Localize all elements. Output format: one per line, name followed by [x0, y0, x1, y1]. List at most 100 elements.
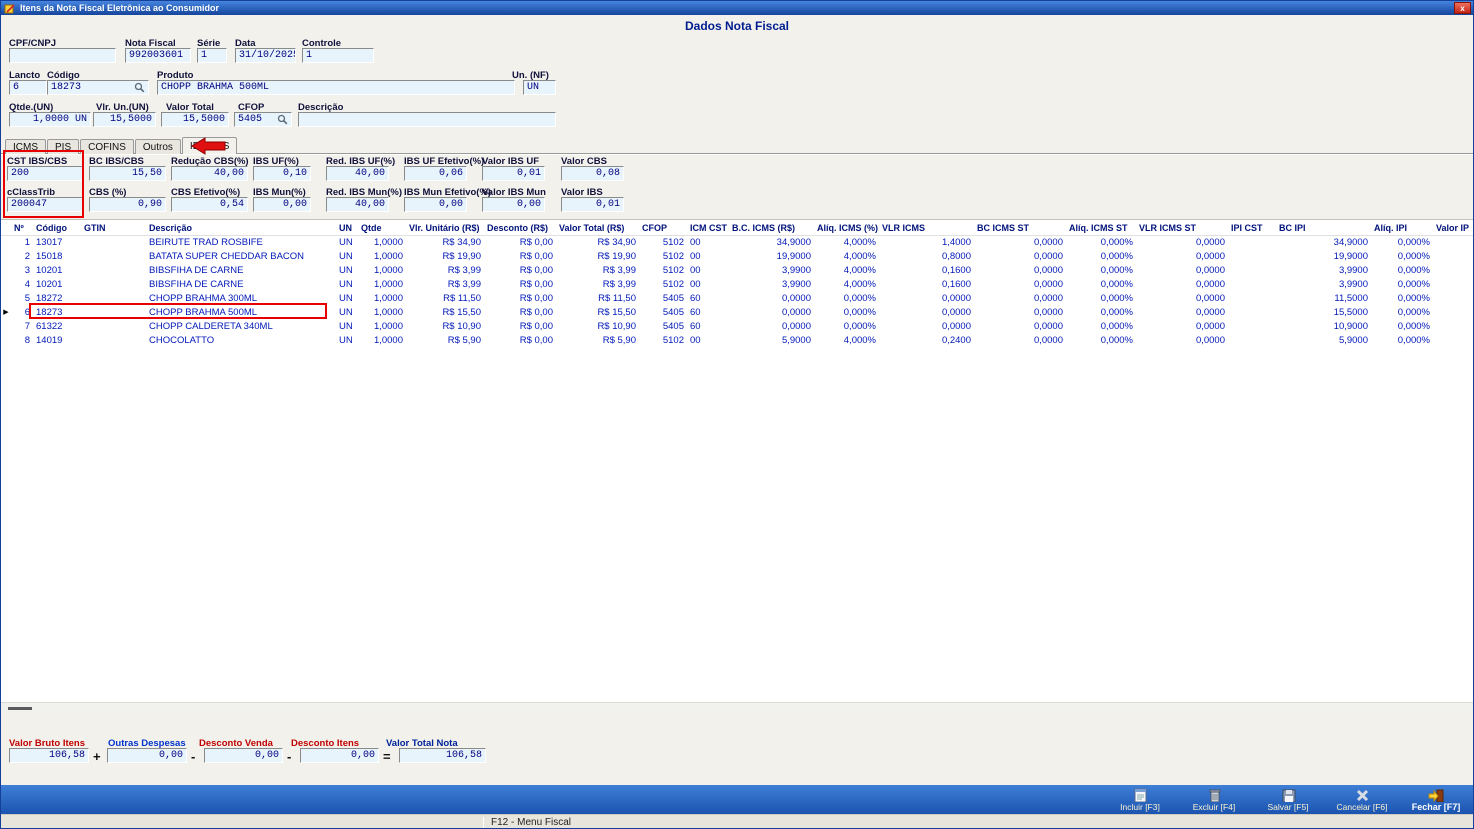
table-row[interactable]: 2 15018 BATATA SUPER CHEDDAR BACON UN 1,0000… [1, 250, 1473, 264]
tab-icms[interactable]: ICMS [5, 139, 46, 154]
table-row[interactable]: 7 61322 CHOPP CALDERETA 340ML UN 1,0000 R$ 10… [1, 320, 1473, 334]
grid-cell: UN [339, 278, 353, 290]
descricao-field[interactable] [298, 112, 556, 127]
ibs-mun-field[interactable]: 0,00 [253, 197, 311, 212]
grid-cell [1433, 334, 1473, 348]
produto-field[interactable]: CHOPP BRAHMA 500ML [157, 80, 515, 95]
desconto-itens-field[interactable]: 0,00 [300, 748, 379, 763]
cpf-cnpj-field[interactable] [9, 48, 116, 63]
table-row[interactable]: 8 14019 CHOCOLATTO UN 1,0000 R$ 5,90 R$ 0,00 R$… [1, 334, 1473, 348]
salvar-button[interactable]: Salvar [F5] [1259, 788, 1317, 812]
grid-column-header[interactable]: GTIN [81, 221, 146, 236]
outras-despesas-field[interactable]: 0,00 [107, 748, 187, 763]
data-field[interactable]: 31/10/2025 [235, 48, 296, 63]
grid-cell: 00 [690, 264, 701, 276]
fechar-button[interactable]: Fechar [F7] [1407, 788, 1465, 812]
valor-ibs-mun-field[interactable]: 0,00 [482, 197, 545, 212]
grid-column-header[interactable]: BC IPI [1276, 221, 1371, 236]
tab-cofins[interactable]: COFINS [80, 139, 134, 154]
un-nf-field[interactable]: UN [523, 80, 556, 95]
equals-operator: = [383, 749, 391, 764]
valor-total-field[interactable]: 15,5000 [161, 112, 229, 127]
bc-ibs-cbs-field[interactable]: 15,50 [89, 166, 166, 181]
ibs-uf-efetivo-field[interactable]: 0,06 [404, 166, 467, 181]
grid-cell [1228, 250, 1276, 264]
grid-column-header[interactable]: Descrição [146, 221, 336, 236]
tab-outros[interactable]: Outros [134, 139, 181, 154]
lancto-field[interactable]: 6 [9, 80, 47, 95]
close-button[interactable]: x [1454, 2, 1471, 14]
grid-cell: R$ 0,00 [519, 236, 553, 248]
grid-column-header[interactable]: VLR ICMS ST [1136, 221, 1228, 236]
grid-column-header[interactable]: Vlr. Unitário (R$) [406, 221, 484, 236]
grid-column-header[interactable]: IPI CST [1228, 221, 1276, 236]
cbs-pct-field[interactable]: 0,90 [89, 197, 166, 212]
cclasstrib-field[interactable]: 200047 [7, 197, 84, 212]
grid-column-header[interactable]: Qtde [358, 221, 406, 236]
grid-column-header[interactable]: Desconto (R$) [484, 221, 556, 236]
grid-cell: UN [339, 306, 353, 318]
incluir-button[interactable]: Incluir [F3] [1111, 788, 1169, 812]
excluir-button[interactable]: Excluir [F4] [1185, 788, 1243, 812]
grid-column-header[interactable]: BC ICMS ST [974, 221, 1066, 236]
grid-cell: 1,0000 [373, 320, 403, 332]
scrollbar-thumb[interactable] [8, 707, 32, 710]
vlr-un-field[interactable]: 15,5000 [93, 112, 156, 127]
tab-pis[interactable]: PIS [47, 139, 80, 154]
grid-column-header[interactable]: VLR ICMS [879, 221, 974, 236]
valor-total-nota-field[interactable]: 106,58 [399, 748, 486, 763]
controle-field[interactable]: 1 [302, 48, 374, 63]
table-row[interactable]: 5 18272 CHOPP BRAHMA 300ML UN 1,0000 R$ 11,50… [1, 292, 1473, 306]
ibs-uf-field[interactable]: 0,10 [253, 166, 311, 181]
grid-column-header[interactable]: UN [336, 221, 358, 236]
grid-column-header[interactable]: Nº [11, 221, 33, 236]
grid-horizontal-scrollbar[interactable] [1, 702, 1473, 713]
ibs-mun-efetivo-field[interactable]: 0,00 [404, 197, 467, 212]
grid-cell: 34,9000 [776, 236, 811, 248]
grid-cell: 1,0000 [373, 236, 403, 248]
table-row[interactable]: 1 13017 BEIRUTE TRAD ROSBIFE UN 1,0000 R$ 34,… [1, 235, 1473, 250]
valor-ibs-field[interactable]: 0,01 [561, 197, 624, 212]
desconto-venda-field[interactable]: 0,00 [204, 748, 283, 763]
grid-cell: 0,000% [1100, 320, 1133, 332]
title-bar[interactable]: Itens da Nota Fiscal Eletrônica ao Consu… [1, 1, 1473, 15]
grid-cell: R$ 0,00 [519, 292, 553, 304]
table-row[interactable]: ▶ 6 18273 CHOPP BRAHMA 500ML UN 1,0000 R$ 15,5… [1, 306, 1473, 320]
grid-column-header[interactable]: CFOP [639, 221, 687, 236]
cfop-value: 5405 [238, 114, 263, 125]
grid-column-header[interactable]: Valor IP [1433, 221, 1473, 236]
reducao-cbs-field[interactable]: 40,00 [171, 166, 248, 181]
cancelar-button[interactable]: Cancelar [F6] [1333, 788, 1391, 812]
valor-ibs-uf-field[interactable]: 0,01 [482, 166, 545, 181]
grid-cell [1433, 320, 1473, 334]
qtde-field[interactable]: 1,0000 UN [9, 112, 91, 127]
grid-cell: CHOCOLATTO [149, 334, 215, 346]
delete-record-icon [1209, 789, 1220, 802]
valor-bruto-itens-field[interactable]: 106,58 [9, 748, 89, 763]
grid-column-header[interactable]: ICM CST [687, 221, 729, 236]
nota-fiscal-field[interactable]: 992003601 [125, 48, 191, 63]
items-table[interactable]: Nº Código GTIN Descrição UN Qtde Vlr. Unitário… [1, 221, 1473, 348]
red-ibs-uf-field[interactable]: 40,00 [326, 166, 389, 181]
grid-column-header[interactable]: B.C. ICMS (R$) [729, 221, 814, 236]
grid-cell: 0,000% [1100, 236, 1133, 248]
grid-column-header[interactable]: Código [33, 221, 81, 236]
search-icon[interactable] [134, 82, 145, 93]
grid-column-header[interactable]: Valor Total (R$) [556, 221, 639, 236]
grid-cell: R$ 5,90 [602, 334, 636, 346]
red-ibs-mun-field[interactable]: 40,00 [326, 197, 389, 212]
grid-cell [1228, 292, 1276, 306]
grid-column-header[interactable]: Alíq. ICMS (%) [814, 221, 879, 236]
codigo-field[interactable]: 18273 [47, 80, 149, 95]
cfop-field[interactable]: 5405 [234, 112, 292, 127]
grid-column-header[interactable]: Alíq. IPI [1371, 221, 1433, 236]
serie-field[interactable]: 1 [197, 48, 227, 63]
valor-cbs-field[interactable]: 0,08 [561, 166, 624, 181]
grid-column-header[interactable]: Alíq. ICMS ST [1066, 221, 1136, 236]
cbs-efetivo-field[interactable]: 0,54 [171, 197, 248, 212]
search-icon[interactable] [277, 114, 288, 125]
cst-ibs-cbs-field[interactable]: 200 [7, 166, 84, 181]
table-row[interactable]: 3 10201 BIBSFIHA DE CARNE UN 1,0000 R$ 3,99 R$… [1, 264, 1473, 278]
grid-marker-gutter [1, 221, 11, 236]
table-row[interactable]: 4 10201 BIBSFIHA DE CARNE UN 1,0000 R$ 3,99 R$… [1, 278, 1473, 292]
